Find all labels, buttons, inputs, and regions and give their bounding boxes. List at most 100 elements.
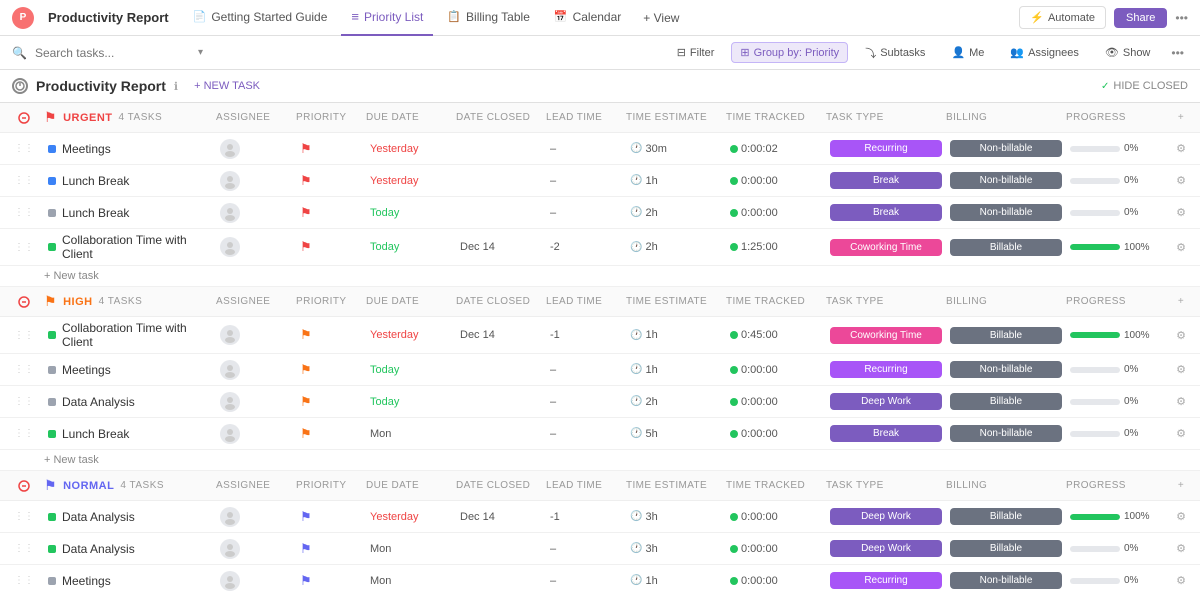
col-lead-time: LEAD TIME — [546, 112, 626, 123]
time-estimate: 1h — [645, 364, 657, 376]
more-toolbar-icon[interactable]: ••• — [1167, 46, 1188, 60]
task-status-dot — [48, 513, 56, 521]
search-icon: 🔍 — [12, 46, 27, 60]
task-status-dot — [48, 366, 56, 374]
task-name-label: Data Analysis — [62, 542, 135, 556]
row-settings-icon[interactable]: ⚙ — [1176, 363, 1186, 376]
search-input[interactable] — [35, 46, 190, 60]
col-time-tracked: TIME TRACKED — [726, 296, 826, 307]
row-settings-icon[interactable]: ⚙ — [1176, 174, 1186, 187]
tracked-dot-icon — [730, 177, 738, 185]
section-collapse-icon[interactable] — [4, 112, 44, 124]
new-task-row[interactable]: + New task — [0, 266, 1200, 287]
section-add-icon[interactable]: + — [1166, 296, 1196, 307]
row-settings-icon[interactable]: ⚙ — [1176, 574, 1186, 587]
tab-priority-list[interactable]: ≡ Priority List — [341, 0, 433, 36]
col-priority: PRIORITY — [296, 112, 366, 123]
priority-flag-icon: ⚑ — [300, 426, 312, 442]
date-closed: Dec 14 — [460, 511, 495, 523]
time-tracked: 0:45:00 — [741, 329, 778, 341]
search-chevron-icon[interactable]: ▾ — [198, 47, 203, 58]
row-settings-icon[interactable]: ⚙ — [1176, 542, 1186, 555]
due-date: Today — [370, 364, 399, 376]
add-view-button[interactable]: + View — [635, 11, 687, 25]
group-by-button[interactable]: ⊞ Group by: Priority — [731, 42, 848, 63]
project-title: Productivity Report — [36, 78, 166, 94]
col-time-tracked: TIME TRACKED — [726, 112, 826, 123]
check-icon: ✓ — [1101, 81, 1109, 92]
task-status-dot — [48, 243, 56, 251]
drag-handle-icon: ⋮⋮ — [14, 428, 34, 439]
tab-getting-started[interactable]: 📄 Getting Started Guide — [183, 0, 338, 36]
filter-button[interactable]: ⊟ Filter — [668, 42, 724, 63]
section-high: ⚑ HIGH 4 TASKS ASSIGNEE PRIORITY DUE DAT… — [0, 287, 1200, 471]
tracked-dot-icon — [730, 545, 738, 553]
row-settings-icon[interactable]: ⚙ — [1176, 510, 1186, 523]
drag-handle-icon: ⋮⋮ — [14, 330, 34, 341]
clock-icon: 🕐 — [630, 330, 642, 341]
automate-button[interactable]: ⚡ Automate — [1019, 6, 1106, 29]
progress-cell: 0% — [1070, 207, 1162, 218]
table-row: ⋮⋮ Meetings ⚑ Today — [0, 354, 1200, 386]
more-options-icon[interactable]: ••• — [1175, 11, 1188, 25]
me-button[interactable]: 👤 Me — [942, 42, 993, 63]
tracked-dot-icon — [730, 577, 738, 585]
hide-closed-button[interactable]: ✓ HIDE CLOSED — [1101, 80, 1188, 92]
col-billing: BILLING — [946, 480, 1066, 491]
col-lead-time: LEAD TIME — [546, 480, 626, 491]
tracked-dot-icon — [730, 209, 738, 217]
section-collapse-icon[interactable] — [4, 480, 44, 492]
priority-flag-icon: ⚑ — [300, 362, 312, 378]
col-task-type: TASK TYPE — [826, 296, 946, 307]
col-due-date: DUE DATE — [366, 296, 456, 307]
section-add-icon[interactable]: + — [1166, 480, 1196, 491]
progress-cell: 100% — [1070, 242, 1162, 253]
lead-time: – — [550, 175, 556, 187]
drag-handle-icon: ⋮⋮ — [14, 396, 34, 407]
row-settings-icon[interactable]: ⚙ — [1176, 206, 1186, 219]
billing-badge: Billable — [950, 540, 1062, 557]
assignee-avatar — [220, 507, 240, 527]
col-progress: PROGRESS — [1066, 112, 1166, 123]
row-settings-icon[interactable]: ⚙ — [1176, 329, 1186, 342]
task-status-dot — [48, 577, 56, 585]
new-task-row[interactable]: + New task — [0, 450, 1200, 471]
time-tracked: 0:00:00 — [741, 175, 778, 187]
row-settings-icon[interactable]: ⚙ — [1176, 395, 1186, 408]
show-button[interactable]: 👁 Show — [1096, 42, 1160, 63]
row-settings-icon[interactable]: ⚙ — [1176, 427, 1186, 440]
subtasks-button[interactable]: ⤵ Subtasks — [856, 41, 934, 65]
time-tracked: 0:00:00 — [741, 428, 778, 440]
assignees-button[interactable]: 👥 Assignees — [1001, 42, 1087, 63]
task-name-label: Meetings — [62, 574, 111, 588]
clock-icon: 🕐 — [630, 364, 642, 375]
task-status-dot — [48, 430, 56, 438]
automate-icon: ⚡ — [1030, 11, 1044, 24]
progress-pct: 0% — [1124, 428, 1138, 439]
due-date: Mon — [370, 575, 391, 587]
lead-time: -1 — [550, 329, 560, 341]
me-icon: 👤 — [951, 46, 965, 59]
assignee-avatar — [220, 237, 240, 257]
time-tracked: 1:25:00 — [741, 241, 778, 253]
share-button[interactable]: Share — [1114, 8, 1167, 28]
row-settings-icon[interactable]: ⚙ — [1176, 241, 1186, 254]
tracked-dot-icon — [730, 331, 738, 339]
due-date: Today — [370, 241, 399, 253]
task-name-label: Lunch Break — [62, 427, 129, 441]
row-settings-icon[interactable]: ⚙ — [1176, 142, 1186, 155]
section-collapse-icon[interactable] — [4, 296, 44, 308]
project-header: Productivity Report ℹ + NEW TASK ✓ HIDE … — [0, 70, 1200, 103]
tab-billing-table[interactable]: 📋 Billing Table — [437, 0, 540, 36]
time-estimate: 2h — [645, 207, 657, 219]
section-flag-icon: ⚑ — [44, 109, 57, 126]
lead-time: – — [550, 364, 556, 376]
tracked-dot-icon — [730, 513, 738, 521]
new-task-button[interactable]: + NEW TASK — [194, 80, 260, 92]
col-assignee: ASSIGNEE — [216, 112, 296, 123]
time-estimate: 2h — [645, 396, 657, 408]
section-add-icon[interactable]: + — [1166, 112, 1196, 123]
tracked-dot-icon — [730, 430, 738, 438]
tab-calendar[interactable]: 📅 Calendar — [544, 0, 631, 36]
col-priority: PRIORITY — [296, 480, 366, 491]
